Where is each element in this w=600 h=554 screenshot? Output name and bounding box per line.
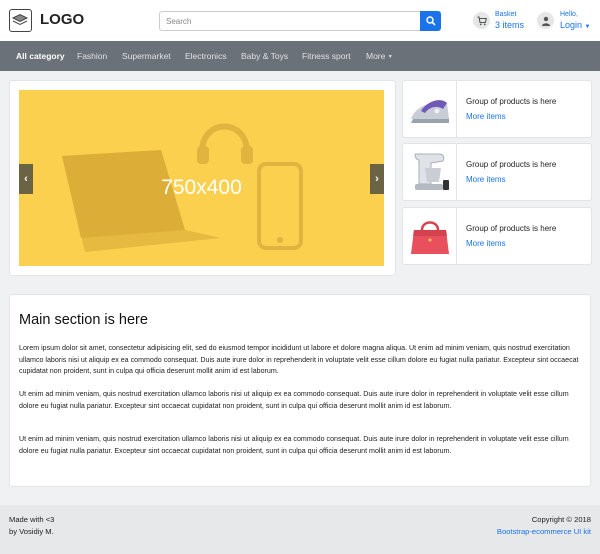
iron-icon [403, 81, 457, 137]
product-card[interactable]: Group of products is here More items [402, 207, 592, 265]
slider-image[interactable]: 750x400 [19, 90, 384, 266]
main-paragraph: Ut enim ad minim veniam, quis nostrud ex… [19, 390, 569, 410]
chevron-left-icon: ‹ [24, 173, 28, 185]
mixer-icon [403, 144, 457, 200]
basket-count[interactable]: 3 items [495, 20, 524, 30]
logo-text[interactable]: LOGO [40, 11, 84, 28]
product-title: Group of products is here [466, 224, 557, 233]
more-items-link[interactable]: More items [466, 112, 506, 121]
nav-item-baby-toys[interactable]: Baby & Toys [241, 51, 288, 61]
more-items-link[interactable]: More items [466, 239, 506, 248]
main-section-title: Main section is here [19, 312, 148, 328]
more-items-link[interactable]: More items [466, 175, 506, 184]
product-title: Group of products is here [466, 97, 557, 106]
nav-item-more[interactable]: More ▼ [366, 51, 393, 61]
product-card[interactable]: Group of products is here More items [402, 143, 592, 201]
nav-item-fashion[interactable]: Fashion [77, 51, 107, 61]
nav-item-fitness-sport[interactable]: Fitness sport [302, 51, 351, 61]
main-paragraph: Lorem ipsum dolor sit amet, consectetur … [19, 344, 579, 376]
basket-label[interactable]: Basket [495, 11, 516, 18]
footer-kit-link[interactable]: Bootstrap-ecommerce UI kit [497, 527, 591, 536]
user-icon[interactable] [537, 12, 554, 29]
search-icon [425, 16, 436, 26]
logo-icon[interactable] [9, 9, 32, 32]
nav-item-supermarket[interactable]: Supermarket [122, 51, 171, 61]
caret-down-icon: ▼ [387, 53, 393, 60]
footer-made-with: Made with <3 [9, 515, 55, 524]
login-link[interactable]: Login ▼ [560, 20, 591, 30]
footer-author: by Vosidiy M. [9, 527, 54, 536]
slider-next-button[interactable]: › [370, 164, 384, 194]
user-greeting: Hello, [560, 11, 578, 18]
search-button[interactable] [420, 11, 441, 31]
category-nav: All category Fashion Supermarket Electro… [0, 41, 600, 71]
chevron-right-icon: › [375, 173, 379, 185]
search-input[interactable] [159, 11, 420, 31]
footer-copyright: Copyright © 2018 [531, 515, 591, 524]
site-header: LOGO Basket 3 items Hello, Login ▼ [0, 0, 600, 41]
slider-prev-button[interactable]: ‹ [19, 164, 33, 194]
nav-item-all-category[interactable]: All category [16, 51, 65, 61]
handbag-icon [403, 208, 457, 264]
slider-placeholder-text: 750x400 [161, 176, 242, 199]
site-footer: Made with <3 by Vosidiy M. Copyright © 2… [0, 505, 600, 554]
product-title: Group of products is here [466, 160, 557, 169]
basket-icon[interactable] [473, 12, 490, 29]
chevron-down-icon: ▼ [584, 24, 591, 30]
nav-item-electronics[interactable]: Electronics [185, 51, 227, 61]
login-label[interactable]: Login [560, 20, 582, 30]
product-card[interactable]: Group of products is here More items [402, 80, 592, 138]
nav-more-label[interactable]: More [366, 51, 385, 61]
main-paragraph: Ut enim ad minim veniam, quis nostrud ex… [19, 435, 569, 455]
